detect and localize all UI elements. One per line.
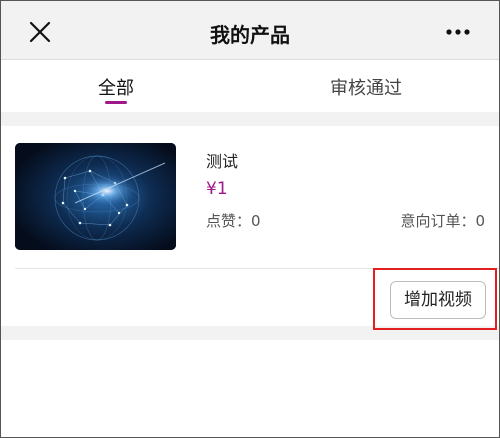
- tab-approved[interactable]: 审核通过: [330, 74, 402, 100]
- product-card: 测试 ¥1 点赞：0 意向订单：0 增加视频: [1, 126, 499, 330]
- title-bar: 我的产品: [1, 1, 499, 60]
- page-title: 我的产品: [210, 23, 290, 47]
- active-tab-indicator: [105, 101, 127, 104]
- product-name[interactable]: 测试: [206, 148, 238, 172]
- tab-all[interactable]: 全部: [98, 74, 134, 100]
- likes-count: 点赞：0: [206, 212, 261, 230]
- product-image[interactable]: [15, 143, 176, 250]
- network-globe-image: [15, 143, 176, 250]
- more-dots-icon[interactable]: [445, 28, 471, 36]
- product-price: ¥1: [206, 179, 228, 199]
- add-video-button[interactable]: 增加视频: [390, 281, 486, 319]
- tab-bar: 全部 审核通过: [1, 60, 499, 112]
- intent-orders-count: 意向订单：0: [400, 212, 485, 230]
- content-blank-area: [1, 340, 499, 437]
